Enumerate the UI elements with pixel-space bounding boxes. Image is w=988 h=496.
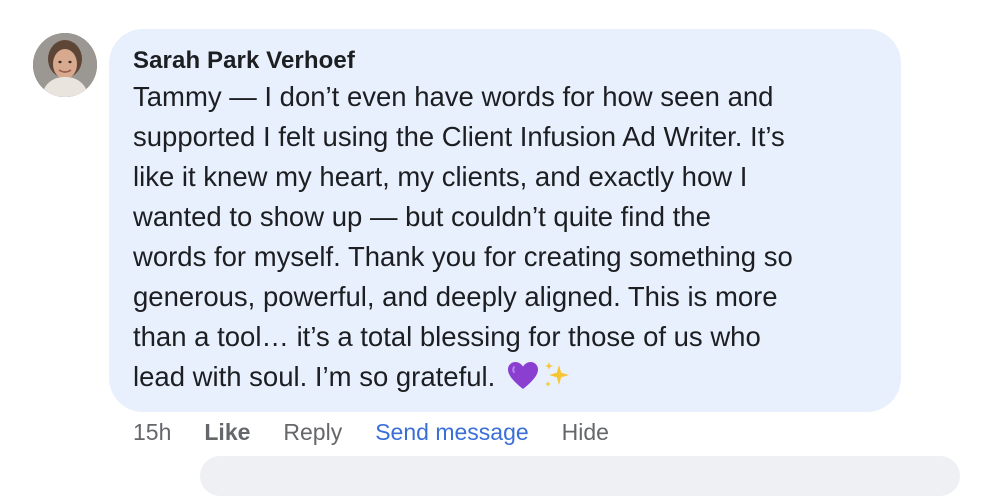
comment-actions: 15h Like Reply Send message Hide [133, 416, 642, 448]
send-message-button[interactable]: Send message [375, 419, 528, 446]
sparkles-icon [541, 359, 573, 402]
purple-heart-icon [507, 361, 539, 402]
comment-line: Tammy — I don’t even have words for how … [133, 81, 774, 112]
comment-line: supported I felt using the Client Infusi… [133, 121, 785, 152]
comment-bubble: Sarah Park Verhoef Tammy — I don’t even … [109, 29, 901, 412]
reply-button[interactable]: Reply [283, 419, 342, 446]
like-button[interactable]: Like [204, 419, 250, 446]
next-comment-bubble [200, 456, 960, 496]
comment-line: generous, powerful, and deeply aligned. … [133, 281, 778, 312]
comment-line: than a tool… it’s a total blessing for t… [133, 321, 761, 352]
comment-timestamp[interactable]: 15h [133, 419, 171, 446]
comment-line: lead with soul. I’m so grateful. [133, 361, 496, 392]
comment-line: like it knew my heart, my clients, and e… [133, 161, 748, 192]
comment-author-name[interactable]: Sarah Park Verhoef [133, 45, 877, 77]
comment-text: Tammy — I don’t even have words for how … [133, 77, 877, 402]
comment-last-line: lead with soul. I’m so grateful. [133, 357, 877, 402]
hide-button[interactable]: Hide [562, 419, 609, 446]
comment-line: wanted to show up — but couldn’t quite f… [133, 201, 711, 232]
avatar-photo-icon [33, 33, 97, 97]
comment-line: words for myself. Thank you for creating… [133, 241, 793, 272]
author-avatar[interactable] [33, 33, 97, 97]
